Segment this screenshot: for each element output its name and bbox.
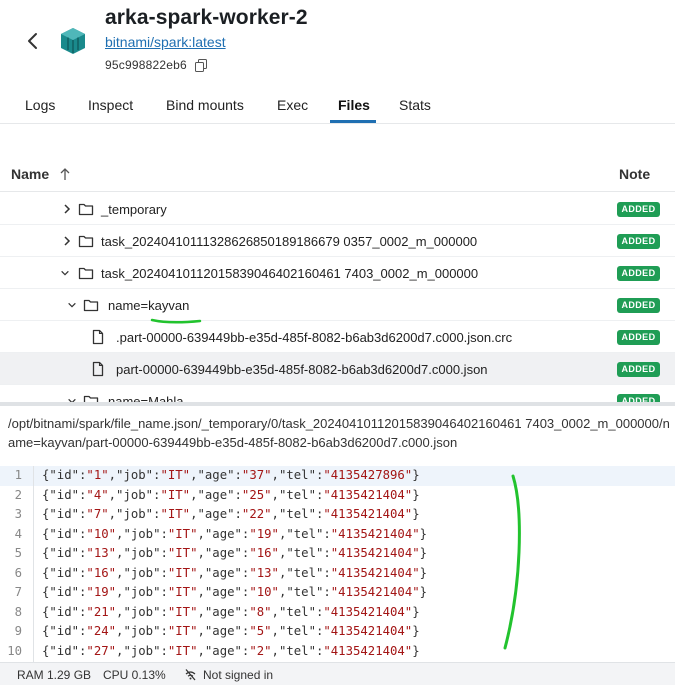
chevron-down-icon[interactable] <box>60 267 70 279</box>
file-icon <box>92 361 104 377</box>
folder-icon <box>78 203 94 216</box>
column-note: Note <box>619 166 651 182</box>
tree-row-json-file[interactable]: part-00000-639449bb-e35d-485f-8082-b6ab3… <box>0 353 675 385</box>
file-tree-header: Name Note <box>0 156 675 192</box>
tree-row-label: _temporary <box>101 202 167 217</box>
tree-row-temporary[interactable]: _temporary ADDED <box>0 193 675 225</box>
line-number: 7 <box>14 585 22 599</box>
cpu-usage: CPU 0.13% <box>103 668 166 682</box>
line-number: 8 <box>14 604 22 619</box>
json-record: {"id":"1","job":"IT","age":"37","tel":"4… <box>42 468 420 482</box>
tab-logs[interactable]: Logs <box>25 97 55 113</box>
back-arrow-icon[interactable] <box>22 30 44 52</box>
gutter-divider <box>33 466 34 662</box>
json-record: {"id":"10","job":"IT","age":"19","tel":"… <box>42 526 428 541</box>
line-number: 4 <box>14 526 22 541</box>
chevron-down-icon[interactable] <box>67 299 77 311</box>
line-number: 1 <box>14 468 22 482</box>
tab-files[interactable]: Files <box>338 97 370 113</box>
added-badge: ADDED <box>617 202 660 217</box>
code-line: 3 {"id":"7","job":"IT","age":"22","tel":"… <box>0 505 675 525</box>
folder-open-icon <box>83 299 99 312</box>
code-line: 2 {"id":"4","job":"IT","age":"25","tel":"… <box>0 486 675 506</box>
tree-row-label: task_20240410112015839046402160461 7403_… <box>101 266 479 281</box>
code-viewer[interactable]: 1 {"id":"1","job":"IT","age":"37","tel":"… <box>0 466 675 662</box>
folder-icon <box>78 235 94 248</box>
tree-row-name-mahla[interactable]: name=Mahla ADDED <box>0 385 675 403</box>
folder-open-icon <box>78 267 94 280</box>
container-id: 95c998822eb6 <box>105 58 187 72</box>
json-record: {"id":"21","job":"IT","age":"8","tel":"4… <box>42 604 420 619</box>
json-record: {"id":"19","job":"IT","age":"10","tel":"… <box>42 585 428 599</box>
tree-row-name-kayvan[interactable]: name=kayvan ADDED <box>0 289 675 321</box>
file-icon <box>92 329 104 345</box>
tab-stats[interactable]: Stats <box>399 97 431 113</box>
line-number: 9 <box>14 624 22 638</box>
code-line: 10 {"id":"27","job":"IT","age":"2","tel":… <box>0 642 675 662</box>
tree-row-label: .part-00000-639449bb-e35d-485f-8082-b6ab… <box>116 330 513 345</box>
added-badge: ADDED <box>617 266 660 281</box>
code-line: 6 {"id":"16","job":"IT","age":"13","tel":… <box>0 564 675 584</box>
image-link[interactable]: bitnami/spark:latest <box>105 34 226 50</box>
annotation-line <box>503 474 521 650</box>
container-icon <box>61 28 85 54</box>
code-line: 1 {"id":"1","job":"IT","age":"37","tel":"… <box>0 466 675 486</box>
json-record: {"id":"16","job":"IT","age":"13","tel":"… <box>42 565 428 580</box>
annotation-underline <box>150 318 202 324</box>
status-bar: RAM 1.29 GB CPU 0.13% Not signed in <box>0 662 675 685</box>
chevron-right-icon[interactable] <box>62 203 72 215</box>
added-badge: ADDED <box>617 362 660 377</box>
container-header: arka-spark-worker-2 bitnami/spark:latest… <box>0 0 675 84</box>
not-connected-icon <box>185 669 196 681</box>
file-tree: _temporary ADDED task_202404101113286268… <box>0 193 675 403</box>
copy-icon[interactable] <box>195 59 207 72</box>
json-record: {"id":"24","job":"IT","age":"5","tel":"4… <box>42 624 420 638</box>
tab-exec[interactable]: Exec <box>277 97 308 113</box>
code-line: 8 {"id":"21","job":"IT","age":"8","tel":"… <box>0 603 675 623</box>
line-number: 2 <box>14 487 22 502</box>
file-path: /opt/bitnami/spark/file_name.json/_tempo… <box>8 416 670 450</box>
json-record: {"id":"4","job":"IT","age":"25","tel":"4… <box>42 487 420 502</box>
line-number: 10 <box>7 643 22 658</box>
chevron-right-icon[interactable] <box>62 235 72 247</box>
json-record: {"id":"13","job":"IT","age":"16","tel":"… <box>42 546 428 560</box>
tree-row-crc-file[interactable]: .part-00000-639449bb-e35d-485f-8082-b6ab… <box>0 321 675 353</box>
code-line: 7 {"id":"19","job":"IT","age":"10","tel":… <box>0 583 675 603</box>
tab-bind-mounts[interactable]: Bind mounts <box>166 97 244 113</box>
line-number: 6 <box>14 565 22 580</box>
tree-row-label: task_20240410111328626850189186679 0357_… <box>101 234 478 249</box>
added-badge: ADDED <box>617 330 660 345</box>
added-badge: ADDED <box>617 234 660 249</box>
tab-bar: Logs Inspect Bind mounts Exec Files Stat… <box>0 84 675 124</box>
tree-row-task-1[interactable]: task_20240410111328626850189186679 0357_… <box>0 225 675 257</box>
code-line: 9 {"id":"24","job":"IT","age":"5","tel":"… <box>0 622 675 642</box>
sign-in-status[interactable]: Not signed in <box>203 668 273 682</box>
tab-inspect[interactable]: Inspect <box>88 97 133 113</box>
line-number: 5 <box>14 546 22 560</box>
code-line: 5 {"id":"13","job":"IT","age":"16","tel":… <box>0 544 675 564</box>
code-line: 4 {"id":"10","job":"IT","age":"19","tel":… <box>0 525 675 545</box>
json-record: {"id":"27","job":"IT","age":"2","tel":"4… <box>42 643 420 658</box>
container-title: arka-spark-worker-2 <box>105 6 308 29</box>
tree-row-label: name=kayvan <box>108 298 190 313</box>
sort-ascending-icon[interactable] <box>59 167 71 181</box>
active-tab-indicator <box>330 120 376 123</box>
line-number: 3 <box>14 507 22 521</box>
column-name[interactable]: Name <box>11 166 49 182</box>
panel-splitter[interactable] <box>0 402 675 406</box>
json-record: {"id":"7","job":"IT","age":"22","tel":"4… <box>42 507 420 521</box>
added-badge: ADDED <box>617 298 660 313</box>
ram-usage: RAM 1.29 GB <box>17 668 92 682</box>
tree-row-task-2[interactable]: task_20240410112015839046402160461 7403_… <box>0 257 675 289</box>
tree-row-label: part-00000-639449bb-e35d-485f-8082-b6ab3… <box>116 362 488 377</box>
